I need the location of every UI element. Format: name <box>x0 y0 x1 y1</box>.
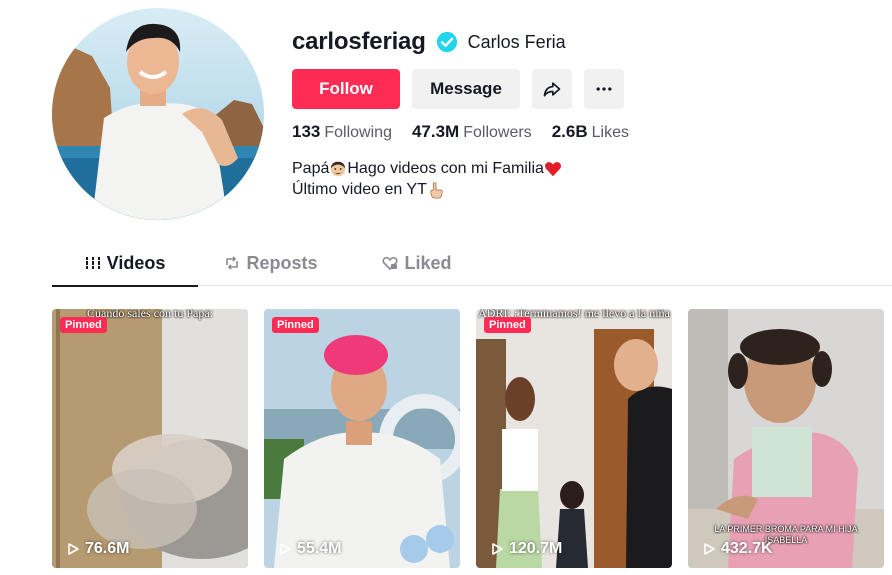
bio-text-family: Hago videos con mi Familia <box>347 160 544 177</box>
profile-avatar[interactable] <box>52 8 264 220</box>
pointing-down-emoji-icon <box>430 181 443 198</box>
share-arrow-icon <box>543 82 561 97</box>
following-count: 133 <box>292 122 321 141</box>
video-thumbnail <box>52 309 248 568</box>
video-card[interactable]: Cuando sales con tu Papá: Pinned 76.6M <box>52 309 248 568</box>
tab-liked[interactable]: Liked <box>344 240 490 286</box>
likes-label: Likes <box>591 124 629 141</box>
video-view-count: 432.7K <box>721 540 773 557</box>
share-button[interactable] <box>532 69 572 109</box>
pinned-badge: Pinned <box>60 317 107 333</box>
video-card[interactable]: LA PRIMER BROMA PARA MI HIJA ISABELLA 43… <box>688 309 884 568</box>
followers-count: 47.3M <box>411 122 460 141</box>
profile-name-row: carlosferiag Carlos Feria <box>292 26 566 58</box>
video-view-count: 120.7M <box>509 540 563 557</box>
play-outline-icon <box>492 543 503 555</box>
tab-videos[interactable]: Videos <box>52 240 198 287</box>
bio-line-1: Papá Hago videos con mi Familia <box>292 158 562 179</box>
play-outline-icon <box>704 543 715 555</box>
tab-liked-label: Liked <box>404 252 452 273</box>
play-outline-icon <box>280 543 291 555</box>
grid-bars-icon <box>85 257 100 269</box>
video-view-count: 55.4M <box>297 540 342 557</box>
more-dots-icon <box>596 87 612 91</box>
following-label: Following <box>324 124 392 141</box>
red-heart-emoji-icon <box>544 161 561 176</box>
profile-actions: Follow Message <box>292 69 624 109</box>
play-outline-icon <box>68 543 79 555</box>
message-button[interactable]: Message <box>412 69 520 109</box>
tab-reposts-label: Reposts <box>246 252 318 273</box>
video-views: 120.7M <box>490 540 562 558</box>
repost-icon <box>226 256 239 270</box>
profile-stats: 133 Following 47.3M Followers 2.6B Likes <box>292 122 629 142</box>
video-view-count: 76.6M <box>85 540 130 557</box>
pinned-badge: Pinned <box>272 317 319 333</box>
tab-videos-label: Videos <box>106 252 166 273</box>
following-stat[interactable]: 133 Following <box>292 122 392 142</box>
followers-label: Followers <box>463 124 532 141</box>
video-views: 432.7K <box>702 540 773 558</box>
video-views: 76.6M <box>66 540 129 558</box>
video-grid: Cuando sales con tu Papá: Pinned 76.6M P… <box>52 309 884 568</box>
follow-button[interactable]: Follow <box>292 69 400 109</box>
verified-badge-icon <box>436 31 457 53</box>
tab-reposts[interactable]: Reposts <box>198 240 344 286</box>
followers-stat[interactable]: 47.3M Followers <box>412 122 532 142</box>
video-card[interactable]: Pinned 55.4M <box>264 309 460 568</box>
pinned-badge: Pinned <box>484 317 531 333</box>
profile-tabs: Videos Reposts Liked <box>52 240 892 287</box>
man-face-emoji-icon <box>331 161 346 176</box>
bio-line-2: Último video en YT <box>292 179 562 200</box>
likes-stat: 2.6B Likes <box>552 122 629 142</box>
more-button[interactable] <box>584 69 624 109</box>
heart-locked-icon <box>382 256 399 271</box>
video-views: 55.4M <box>278 540 341 558</box>
likes-count: 2.6B <box>551 122 588 141</box>
video-card[interactable]: ADRI: ¡Terminamos! me llevo a la niña Pi… <box>476 309 672 568</box>
video-thumbnail <box>476 309 672 568</box>
profile-bio: Papá Hago videos con mi Familia Último v… <box>292 158 562 200</box>
bio-text-papa: Papá <box>292 160 330 177</box>
username: carlosferiag <box>292 28 426 55</box>
bio-text-yt: Último video en YT <box>292 181 427 198</box>
nickname: Carlos Feria <box>467 31 566 52</box>
video-thumbnail <box>264 309 460 568</box>
